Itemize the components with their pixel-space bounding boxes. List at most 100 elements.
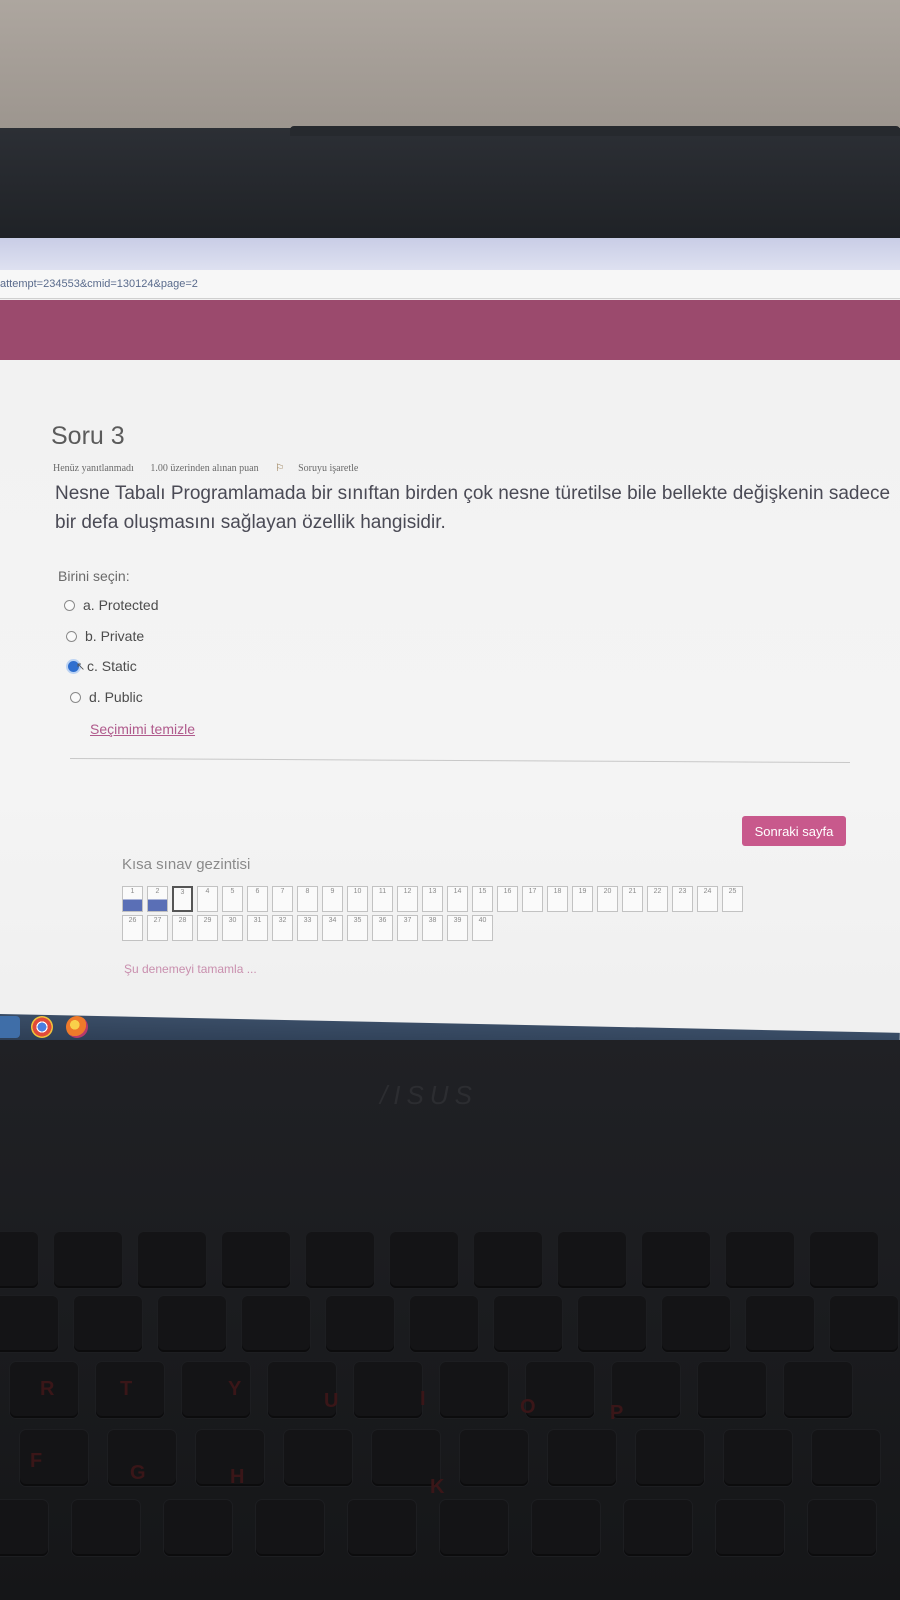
file-explorer-icon[interactable] bbox=[0, 1016, 20, 1038]
quiz-nav-number: 22 bbox=[653, 888, 662, 895]
quiz-nav-button[interactable]: 17 bbox=[522, 886, 543, 912]
radio-b[interactable] bbox=[66, 630, 77, 642]
quiz-nav-button[interactable]: 4 bbox=[197, 886, 218, 912]
quiz-nav-button[interactable]: 8 bbox=[297, 886, 318, 912]
quiz-nav-number: 4 bbox=[205, 888, 210, 895]
radio-a[interactable] bbox=[64, 599, 75, 611]
chrome-icon[interactable] bbox=[31, 1016, 53, 1038]
quiz-nav-button[interactable]: 19 bbox=[572, 886, 593, 912]
key-letter: U bbox=[324, 1390, 339, 1412]
next-page-button[interactable]: Sonraki sayfa bbox=[742, 816, 846, 846]
quiz-nav-button[interactable]: 40 bbox=[472, 915, 493, 941]
keyboard-key bbox=[808, 1500, 876, 1556]
quiz-nav-button[interactable]: 39 bbox=[447, 915, 468, 941]
quiz-nav-button[interactable]: 16 bbox=[497, 886, 518, 912]
quiz-nav-button[interactable]: 10 bbox=[347, 886, 368, 912]
laptop-logo: /ISUS bbox=[380, 1080, 478, 1110]
flag-icon: ⚐ bbox=[275, 463, 285, 474]
keyboard-key bbox=[812, 1430, 880, 1486]
keyboard-key bbox=[440, 1362, 508, 1418]
keyboard-key bbox=[494, 1296, 562, 1352]
quiz-nav-button[interactable]: 31 bbox=[247, 915, 268, 941]
quiz-nav-button[interactable]: 36 bbox=[372, 915, 393, 941]
quiz-nav-button[interactable]: 37 bbox=[397, 915, 418, 941]
quiz-nav-button[interactable]: 30 bbox=[222, 915, 243, 941]
quiz-nav-number: 33 bbox=[303, 917, 312, 924]
laptop-bezel bbox=[0, 128, 900, 240]
option-a[interactable]: a. Protected bbox=[64, 595, 159, 615]
keyboard-key bbox=[256, 1500, 324, 1556]
quiz-nav-button[interactable]: 18 bbox=[547, 886, 568, 912]
option-d-label: d. Public bbox=[89, 689, 143, 705]
flag-question-link[interactable]: ⚐ Soruyu işaretle bbox=[275, 463, 372, 474]
quiz-nav-number: 19 bbox=[578, 888, 587, 895]
quiz-nav-number: 26 bbox=[128, 917, 137, 924]
quiz-nav-button[interactable]: 23 bbox=[672, 886, 693, 912]
clear-choice-link[interactable]: Seçimimi temizle bbox=[90, 721, 195, 737]
keyboard-key bbox=[354, 1362, 422, 1418]
keyboard-key bbox=[0, 1500, 48, 1556]
quiz-nav-button[interactable]: 28 bbox=[172, 915, 193, 941]
question-text: Nesne Tabalı Programlamada bir sınıftan … bbox=[55, 483, 891, 533]
address-bar[interactable]: attempt=234553&cmid=130124&page=2 bbox=[0, 270, 900, 299]
quiz-nav-number: 30 bbox=[228, 917, 237, 924]
keyboard-key bbox=[578, 1296, 646, 1352]
quiz-nav-number: 40 bbox=[478, 917, 487, 924]
quiz-nav-button[interactable]: 29 bbox=[197, 915, 218, 941]
quiz-nav-number: 36 bbox=[378, 917, 387, 924]
quiz-nav-button[interactable]: 25 bbox=[722, 886, 743, 912]
keyboard-key bbox=[746, 1296, 814, 1352]
quiz-nav-button[interactable]: 35 bbox=[347, 915, 368, 941]
quiz-nav-button[interactable]: 20 bbox=[597, 886, 618, 912]
quiz-nav-button[interactable]: 6 bbox=[247, 886, 268, 912]
quiz-nav-button[interactable]: 7 bbox=[272, 886, 293, 912]
keyboard-key bbox=[624, 1500, 692, 1556]
firefox-icon[interactable] bbox=[66, 1016, 88, 1038]
quiz-nav-button[interactable]: 11 bbox=[372, 886, 393, 912]
bezel-edge bbox=[290, 126, 900, 136]
keyboard-key bbox=[138, 1232, 206, 1288]
keyboard-key bbox=[532, 1500, 600, 1556]
quiz-nav-button[interactable]: 1 bbox=[122, 886, 143, 912]
quiz-nav-button[interactable]: 33 bbox=[297, 915, 318, 941]
keyboard-key bbox=[726, 1232, 794, 1288]
keyboard-key bbox=[662, 1296, 730, 1352]
key-letter: H bbox=[230, 1466, 245, 1488]
quiz-nav-button[interactable]: 26 bbox=[122, 915, 143, 941]
quiz-nav-button[interactable]: 22 bbox=[647, 886, 668, 912]
quiz-nav-button[interactable]: 34 bbox=[322, 915, 343, 941]
quiz-nav-number: 16 bbox=[503, 888, 512, 895]
keyboard-key bbox=[698, 1362, 766, 1418]
quiz-nav-number: 32 bbox=[278, 917, 287, 924]
quiz-nav-button[interactable]: 27 bbox=[147, 915, 168, 941]
quiz-nav-button[interactable]: 5 bbox=[222, 886, 243, 912]
quiz-nav-number: 11 bbox=[378, 888, 387, 895]
quiz-nav-number: 31 bbox=[253, 917, 262, 924]
quiz-nav-button[interactable]: 32 bbox=[272, 915, 293, 941]
question-marks: 1.00 üzerinden alınan puan bbox=[150, 463, 259, 474]
quiz-nav-button[interactable]: 15 bbox=[472, 886, 493, 912]
keyboard-key bbox=[348, 1500, 416, 1556]
finish-attempt-link[interactable]: Şu denemeyi tamamla ... bbox=[124, 962, 257, 976]
option-b[interactable]: b. Private bbox=[66, 626, 144, 646]
quiz-nav-number: 12 bbox=[403, 888, 412, 895]
quiz-nav-number: 5 bbox=[230, 888, 235, 895]
browser-tab-strip bbox=[0, 238, 900, 272]
radio-d[interactable] bbox=[70, 691, 81, 703]
quiz-nav-button[interactable]: 13 bbox=[422, 886, 443, 912]
quiz-nav-button[interactable]: 12 bbox=[397, 886, 418, 912]
quiz-nav-number: 10 bbox=[353, 888, 362, 895]
option-d[interactable]: d. Public bbox=[70, 687, 143, 707]
quiz-nav-button[interactable]: 24 bbox=[697, 886, 718, 912]
quiz-nav-button[interactable]: 9 bbox=[322, 886, 343, 912]
quiz-nav-button[interactable]: 2 bbox=[147, 886, 168, 912]
quiz-nav-button[interactable]: 38 bbox=[422, 915, 443, 941]
quiz-nav-button[interactable]: 3 bbox=[172, 886, 193, 912]
quiz-nav-button[interactable]: 14 bbox=[447, 886, 468, 912]
quiz-navigation-title: Kısa sınav gezintisi bbox=[122, 856, 251, 873]
option-c[interactable]: ↖ c. Static bbox=[68, 656, 137, 676]
key-letter: G bbox=[130, 1462, 146, 1484]
quiz-nav-button[interactable]: 21 bbox=[622, 886, 643, 912]
key-letter: I bbox=[420, 1388, 426, 1410]
divider bbox=[70, 757, 850, 764]
